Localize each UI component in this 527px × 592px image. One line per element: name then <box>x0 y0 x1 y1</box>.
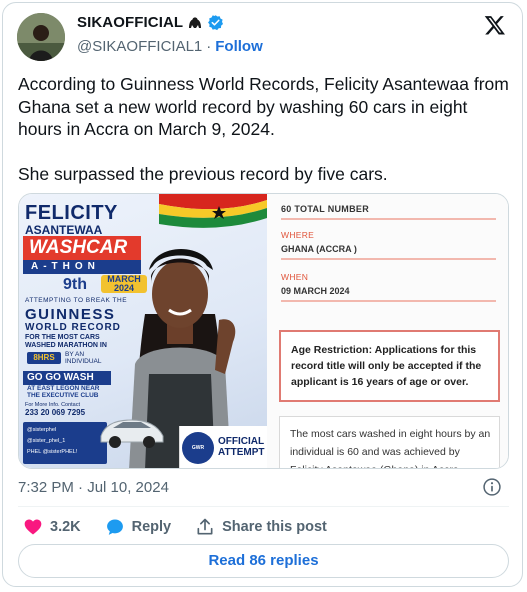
display-name[interactable]: SIKAOFFICIAL <box>77 14 183 31</box>
poster-attempting: ATTEMPTING TO BREAK THE <box>25 297 128 304</box>
event-poster-image: FELICITY ASANTEWAA WASHCAR A-THON 9th MA… <box>19 194 267 468</box>
tweet-text: According to Guinness World Records, Fel… <box>18 73 512 207</box>
when-label: WHEN <box>281 272 309 282</box>
like-count: 3.2K <box>50 519 81 535</box>
divider <box>281 258 496 260</box>
divider <box>281 300 496 302</box>
poster-venue-title: GO GO WASH <box>23 371 111 385</box>
official-attempt-badge: GWR OFFICIAL ATTEMPT <box>179 426 267 468</box>
poster-social: PHEL @sisterPHEL! <box>27 449 78 455</box>
poster-day: 9th <box>63 276 87 293</box>
like-button[interactable]: 3.2K <box>23 517 81 537</box>
tweet-paragraph: According to Guinness World Records, Fel… <box>18 74 509 139</box>
poster-social: @sisterphel <box>27 427 57 433</box>
share-button[interactable]: Share this post <box>195 517 327 537</box>
separator-dot: · <box>206 38 212 55</box>
info-icon[interactable] <box>482 477 502 497</box>
share-label: Share this post <box>222 519 327 535</box>
where-label: WHERE <box>281 230 315 240</box>
poster-name-line-2: ASANTEWAA <box>25 223 103 237</box>
poster-hours: 8HRS <box>27 352 61 364</box>
record-total: 60 TOTAL NUMBER <box>281 204 370 214</box>
official-label: OFFICIAL <box>218 436 265 447</box>
handle-row: @SIKAOFFICIAL1 · Follow <box>77 38 263 55</box>
age-restriction-box: Age Restriction: Applications for this r… <box>279 330 500 402</box>
tweet-paragraph: She surpassed the previous record by fiv… <box>18 163 388 184</box>
heart-icon <box>24 519 42 535</box>
name-row: SIKAOFFICIAL <box>77 14 224 31</box>
poster-venue-detail: AT EAST LEGON NEAR THE EXECUTIVE CLUB <box>27 385 100 399</box>
post-card: SIKAOFFICIAL @SIKAOFFICIAL1 · Follow Acc… <box>2 2 523 587</box>
poster-social: @sister_phel_1 <box>27 438 66 444</box>
divider <box>281 218 496 220</box>
poster-guinness: GUINNESS <box>25 306 116 323</box>
divider <box>18 506 509 507</box>
x-logo-icon[interactable] <box>484 14 506 36</box>
share-icon <box>197 518 213 535</box>
where-value: GHANA (ACCRA ) <box>281 244 357 254</box>
gorilla-emoji-icon <box>187 16 203 30</box>
action-bar: 3.2K Reply Share this post <box>23 516 351 538</box>
poster-socials: @sisterphel @sister_phel_1 PHEL @sisterP… <box>23 422 107 464</box>
car-graphic <box>100 419 164 448</box>
avatar-image <box>17 13 65 61</box>
record-document-image: 60 TOTAL NUMBER WHERE GHANA (ACCRA ) WHE… <box>267 194 508 468</box>
tweet-media[interactable]: FELICITY ASANTEWAA WASHCAR A-THON 9th MA… <box>18 193 509 469</box>
record-summary-box: The most cars washed in eight hours by a… <box>279 416 500 468</box>
handle[interactable]: @SIKAOFFICIAL1 <box>77 38 202 55</box>
poster-world-record: WORLD RECORD <box>25 322 121 333</box>
follow-button[interactable]: Follow <box>215 38 263 55</box>
avatar[interactable] <box>17 13 65 61</box>
reply-bubble-icon <box>106 519 123 535</box>
poster-phone: 233 20 069 7295 <box>25 408 86 417</box>
attempt-label: ATTEMPT <box>218 447 265 458</box>
poster-name-line-1: FELICITY <box>25 202 118 224</box>
poster-by-individual: BY AN INDIVIDUAL <box>65 351 102 365</box>
gwr-logo-icon: GWR <box>182 432 214 464</box>
verified-badge-icon <box>207 14 224 31</box>
official-attempt-text: OFFICIAL ATTEMPT <box>218 436 264 458</box>
reply-button[interactable]: Reply <box>105 517 172 537</box>
reply-label: Reply <box>131 519 172 535</box>
poster-most-cars: FOR THE MOST CARS WASHED MARATHON IN <box>25 334 107 349</box>
when-value: 09 MARCH 2024 <box>281 286 350 296</box>
timestamp[interactable]: 7:32 PM · Jul 10, 2024 <box>18 479 169 496</box>
read-replies-button[interactable]: Read 86 replies <box>18 544 509 578</box>
